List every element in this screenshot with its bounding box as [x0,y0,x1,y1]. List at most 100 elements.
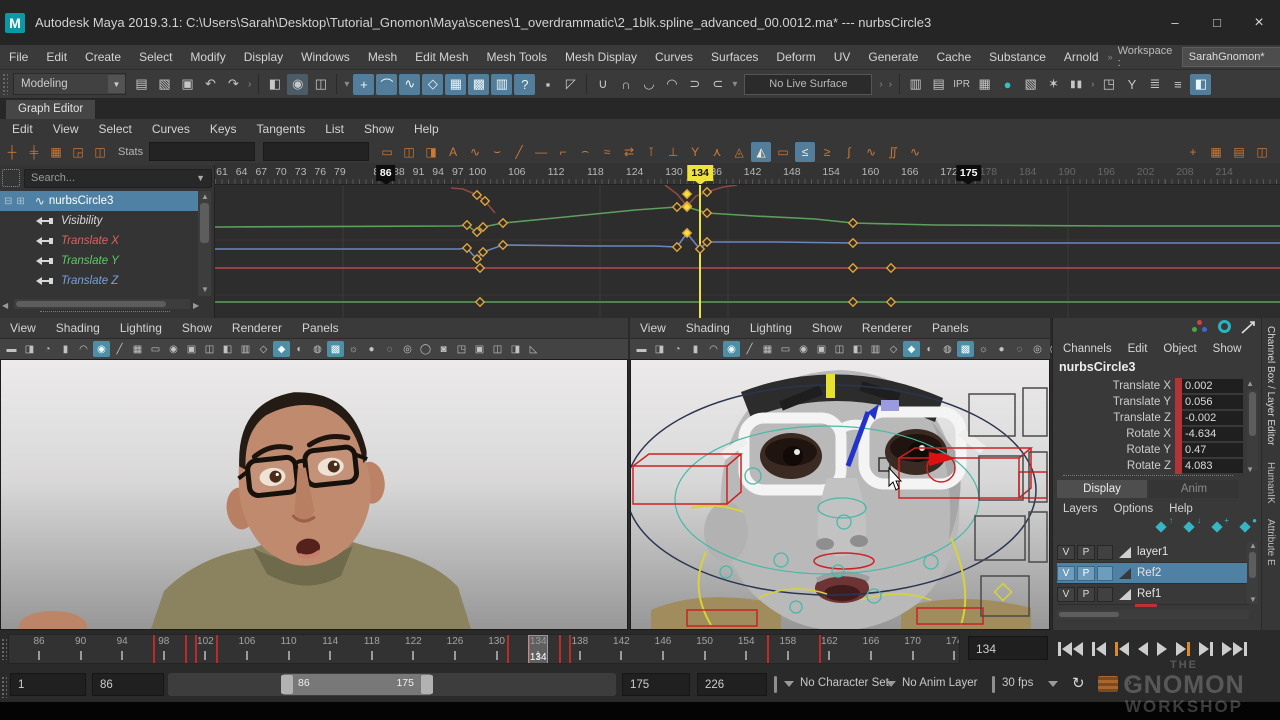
menu-tangents[interactable]: Tangents [247,119,316,139]
menu-lighting[interactable]: Lighting [740,318,802,338]
anim-layer-select[interactable]: No Anim Layer [902,677,977,689]
anim-layer-menu-icon[interactable] [886,681,896,687]
live-snap-icon[interactable]: ⊃ [684,74,705,95]
step-forward-key-button[interactable] [1176,639,1190,659]
screen-space-ao-icon[interactable]: ◌ [1011,341,1028,357]
safe-title-icon[interactable]: ▥ [237,341,254,357]
default-lighting-icon[interactable]: ☼ [345,341,362,357]
multisample-aa-icon[interactable]: ◯ [417,341,434,357]
current-time-marker[interactable]: 134 [687,165,713,181]
menu-show[interactable]: Show [354,119,404,139]
layer-color-cell[interactable] [1097,545,1113,560]
keyframe[interactable] [849,298,857,306]
menu-generate[interactable]: Generate [859,45,927,69]
tree-item-translate-y[interactable]: Translate Y [0,251,198,271]
keyframe[interactable] [887,298,895,306]
rotate-snap-icon[interactable]: ◠ [661,74,682,95]
menu-select[interactable]: Select [130,45,181,69]
wireframe-icon[interactable]: ◇ [255,341,272,357]
use-all-lights-icon[interactable]: ▩ [957,341,974,357]
snap-view-plane-icon[interactable]: ▦ [445,74,466,95]
keyframe[interactable] [499,241,507,249]
render-settings-icon[interactable]: ▦ [974,74,995,95]
flat-tangent-icon[interactable]: — [531,142,551,162]
camera-attributes-icon[interactable]: ◔ [669,341,686,357]
menu-mesh-display[interactable]: Mesh Display [556,45,646,69]
center-current-time-icon[interactable]: ◨ [421,142,441,162]
fps-select[interactable]: 30 fps [1002,677,1033,689]
highlight-selection-icon[interactable]: ◸ [560,74,581,95]
channel-graph-icon[interactable] [1241,320,1256,334]
graph-editor-time-ruler[interactable]: 6164677073767985889194971001061121181241… [215,163,1280,185]
tab-display[interactable]: Display [1057,480,1147,498]
keyframe[interactable] [849,219,857,227]
stacked-curves-icon[interactable]: ▭ [773,142,793,162]
keyframe[interactable] [703,209,711,217]
animation-end-field[interactable]: 226 [697,673,767,696]
range-end-marker[interactable]: 175 [956,165,982,181]
pause-viewport-icon[interactable]: ▮▮ [1066,74,1087,95]
graph-editor-tab[interactable]: Graph Editor [6,100,95,119]
menu-options[interactable]: Options [1106,500,1162,518]
channel-value-field[interactable]: 0.47 [1182,443,1243,457]
depth-of-field-icon[interactable]: ◙ [435,341,452,357]
use-all-lights-icon[interactable]: ▩ [327,341,344,357]
layer-playback-toggle[interactable]: P [1077,545,1095,560]
playback-loop-icon[interactable]: ↻ [1072,674,1085,692]
time-slider-ruler[interactable]: 8690949810210611011411812212613013413814… [8,634,960,664]
menu-view[interactable]: View [0,318,46,338]
menu-object[interactable]: Object [1155,340,1204,358]
collapse-icon[interactable]: ⊟ [4,196,12,207]
menu-keys[interactable]: Keys [200,119,247,139]
menu-display[interactable]: Display [235,45,292,69]
menu-arnold[interactable]: Arnold [1055,45,1108,69]
swap-buffer-curve-icon[interactable]: ⇄ [619,142,639,162]
layer-visibility-toggle[interactable]: V [1057,545,1075,560]
break-tangents-icon[interactable]: ⊺ [641,142,661,162]
isolate-select-icon[interactable]: ◳ [453,341,470,357]
keyframe[interactable] [887,264,895,272]
menu-set-select[interactable]: Modeling▼ [13,73,126,95]
menu-edit-mesh[interactable]: Edit Mesh [406,45,477,69]
bounding-box-icon[interactable]: ◐ [921,341,938,357]
step-back-key-button[interactable] [1115,639,1129,659]
menu-create[interactable]: Create [76,45,130,69]
spline-tangent-icon[interactable]: ∿ [465,142,485,162]
gate-mask-icon[interactable]: ▣ [183,341,200,357]
keyframe[interactable] [476,298,484,306]
stats-value-field[interactable] [263,142,369,161]
render-current-frame-icon[interactable]: ▥ [905,74,926,95]
menu-mesh-tools[interactable]: Mesh Tools [478,45,556,69]
tree-item-translate-x[interactable]: Translate X [0,231,198,251]
region-tool-icon[interactable]: ◲ [68,142,88,162]
channel-value-field[interactable]: 0.056 [1182,395,1243,409]
undo-icon[interactable]: ↶ [200,74,221,95]
workspace-select[interactable]: SarahGnomon*▼ [1182,47,1280,67]
curve-snap-icon[interactable]: ∩ [615,74,636,95]
channel-value-field[interactable]: -0.002 [1182,411,1243,425]
film-gate-icon[interactable]: ▭ [147,341,164,357]
unify-tangents-icon[interactable]: ⊥ [663,142,683,162]
toolbar-grip[interactable] [1,676,7,698]
layer-row-ref2[interactable]: VPRef2 [1057,563,1249,584]
tree-item-visibility[interactable]: Visibility [0,211,198,231]
playblast-icon[interactable]: ▥ [491,74,512,95]
tree-item-translate-z[interactable]: Translate Z [0,271,198,291]
playback-end-field[interactable]: 175 [622,673,690,696]
free-tangent-weight-icon[interactable]: Y [685,142,705,162]
current-frame-field[interactable]: 134 [968,636,1048,660]
character-controls-icon[interactable]: Υ [1121,74,1142,95]
step-back-frame-button[interactable] [1092,639,1106,659]
layer-visibility-toggle[interactable]: V [1057,587,1075,602]
new-scene-icon[interactable]: ▤ [131,74,152,95]
grease-pencil-icon[interactable]: ╱ [111,341,128,357]
modeling-toolkit-icon[interactable]: ◳ [1098,74,1119,95]
menu-windows[interactable]: Windows [292,45,359,69]
buffer-curve-snapshot-icon[interactable]: ≈ [597,142,617,162]
paint-select-icon[interactable]: ◫ [310,74,331,95]
time-editor-icon[interactable]: ▦ [1206,142,1226,162]
step-tangent-icon[interactable]: ⌐ [553,142,573,162]
curve-smoothness-fine-icon[interactable]: ∫ [839,142,859,162]
pre-infinity-cycle-icon[interactable]: ≤ [795,142,815,162]
menu-list[interactable]: List [315,119,354,139]
